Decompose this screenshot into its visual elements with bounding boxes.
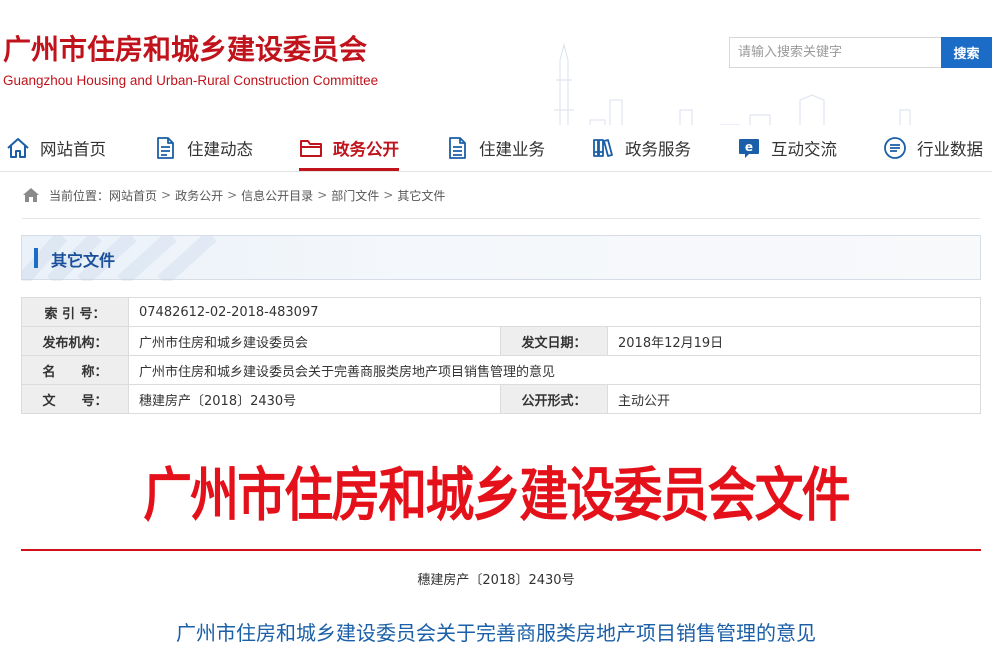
nav-item-interaction[interactable]: e 互动交流 <box>737 125 837 171</box>
document-icon <box>157 137 174 159</box>
nav-item-label: 互动交流 <box>771 140 837 159</box>
list-circle-icon <box>884 137 906 159</box>
nav-item-label: 行业数据 <box>917 140 983 159</box>
document-masthead-container: 广州市住房和城乡建设委员会文件 <box>0 448 992 532</box>
document-masthead: 广州市住房和城乡建设委员会文件 <box>143 461 850 529</box>
publicity-label: 公开形式： <box>500 384 608 414</box>
publicity-value: 主动公开 <box>607 384 981 414</box>
section-title: 其它文件 <box>51 251 116 270</box>
books-icon <box>593 139 613 157</box>
nav-item-label: 政务服务 <box>625 140 691 159</box>
nav-item-government-affairs[interactable]: 政务公开 <box>299 125 399 171</box>
nav-item-label: 住建业务 <box>479 140 545 159</box>
section-heading: 其它文件 <box>21 235 981 281</box>
nav-item-label: 政务公开 <box>333 140 399 159</box>
masthead-red-rule <box>21 549 981 551</box>
breadcrumb-item[interactable]: 网站首页 <box>109 187 157 204</box>
nav-item-home[interactable]: 网站首页 <box>6 125 106 171</box>
section-accent-bar <box>34 248 38 268</box>
docno-value: 穗建房产〔2018〕2430号 <box>128 384 501 414</box>
site-title: 广州市住房和城乡建设委员会 <box>3 33 368 66</box>
date-label: 发文日期： <box>500 326 608 356</box>
breadcrumb-divider <box>22 218 980 219</box>
breadcrumb-item[interactable]: 政务公开 <box>175 187 223 204</box>
table-row: 发布机构： 广州市住房和城乡建设委员会 发文日期： 2018年12月19日 <box>21 326 981 356</box>
main-nav: 网站首页 住建动态 政务公开 住建业务 政务服务 e 互动交流 行业数据 <box>0 125 992 171</box>
breadcrumb-separator: > <box>227 188 238 202</box>
breadcrumb-item[interactable]: 其它文件 <box>397 187 445 204</box>
date-value: 2018年12月19日 <box>607 326 981 356</box>
breadcrumb-prefix: 当前位置： <box>49 188 110 203</box>
breadcrumb-separator: > <box>383 188 394 202</box>
name-label: 名 称： <box>21 355 129 385</box>
nav-item-label: 住建动态 <box>187 140 253 159</box>
search-bar: 搜索 <box>729 37 992 68</box>
search-input[interactable] <box>729 37 941 68</box>
nav-item-services[interactable]: 政务服务 <box>591 125 691 171</box>
issuer-label: 发布机构： <box>21 326 129 356</box>
table-row: 索 引 号： 07482612-02-2018-483097 <box>21 297 981 327</box>
document-number: 穗建房产〔2018〕2430号 <box>417 573 575 588</box>
folder-icon <box>300 140 322 157</box>
home-icon <box>23 188 39 202</box>
docno-label: 文 号： <box>21 384 129 414</box>
nav-item-industry-data[interactable]: 行业数据 <box>883 125 983 171</box>
index-label: 索 引 号： <box>21 297 129 327</box>
nav-item-label: 网站首页 <box>40 140 106 159</box>
site-header: 广州市住房和城乡建设委员会 Guangzhou Housing and Urba… <box>0 0 992 125</box>
breadcrumb-separator: > <box>317 188 328 202</box>
index-value: 07482612-02-2018-483097 <box>128 297 981 327</box>
table-row: 文 号： 穗建房产〔2018〕2430号 公开形式： 主动公开 <box>21 384 981 414</box>
nav-item-business[interactable]: 住建业务 <box>445 125 545 171</box>
breadcrumb-item[interactable]: 部门文件 <box>331 187 379 204</box>
nav-item-news[interactable]: 住建动态 <box>153 125 253 171</box>
breadcrumb-separator: > <box>161 188 172 202</box>
document-metadata-table: 索 引 号： 07482612-02-2018-483097 发布机构： 广州市… <box>21 297 981 414</box>
breadcrumb-item[interactable]: 信息公开目录 <box>241 187 313 204</box>
name-value: 广州市住房和城乡建设委员会关于完善商服类房地产项目销售管理的意见 <box>128 355 981 385</box>
document-list-icon <box>449 137 466 159</box>
nav-divider <box>0 171 992 172</box>
home-icon <box>7 138 29 158</box>
issuer-value: 广州市住房和城乡建设委员会 <box>128 326 501 356</box>
document-title: 广州市住房和城乡建设委员会关于完善商服类房地产项目销售管理的意见 <box>176 621 816 645</box>
site-title-english: Guangzhou Housing and Urban-Rural Constr… <box>3 73 379 88</box>
svg-text:e: e <box>745 140 753 154</box>
search-button[interactable]: 搜索 <box>941 37 992 68</box>
e-chat-icon: e <box>739 139 759 158</box>
table-row: 名 称： 广州市住房和城乡建设委员会关于完善商服类房地产项目销售管理的意见 <box>21 355 981 385</box>
breadcrumb: 当前位置： 网站首页 > 政务公开 > 信息公开目录 > 部门文件 > 其它文件 <box>22 184 445 206</box>
